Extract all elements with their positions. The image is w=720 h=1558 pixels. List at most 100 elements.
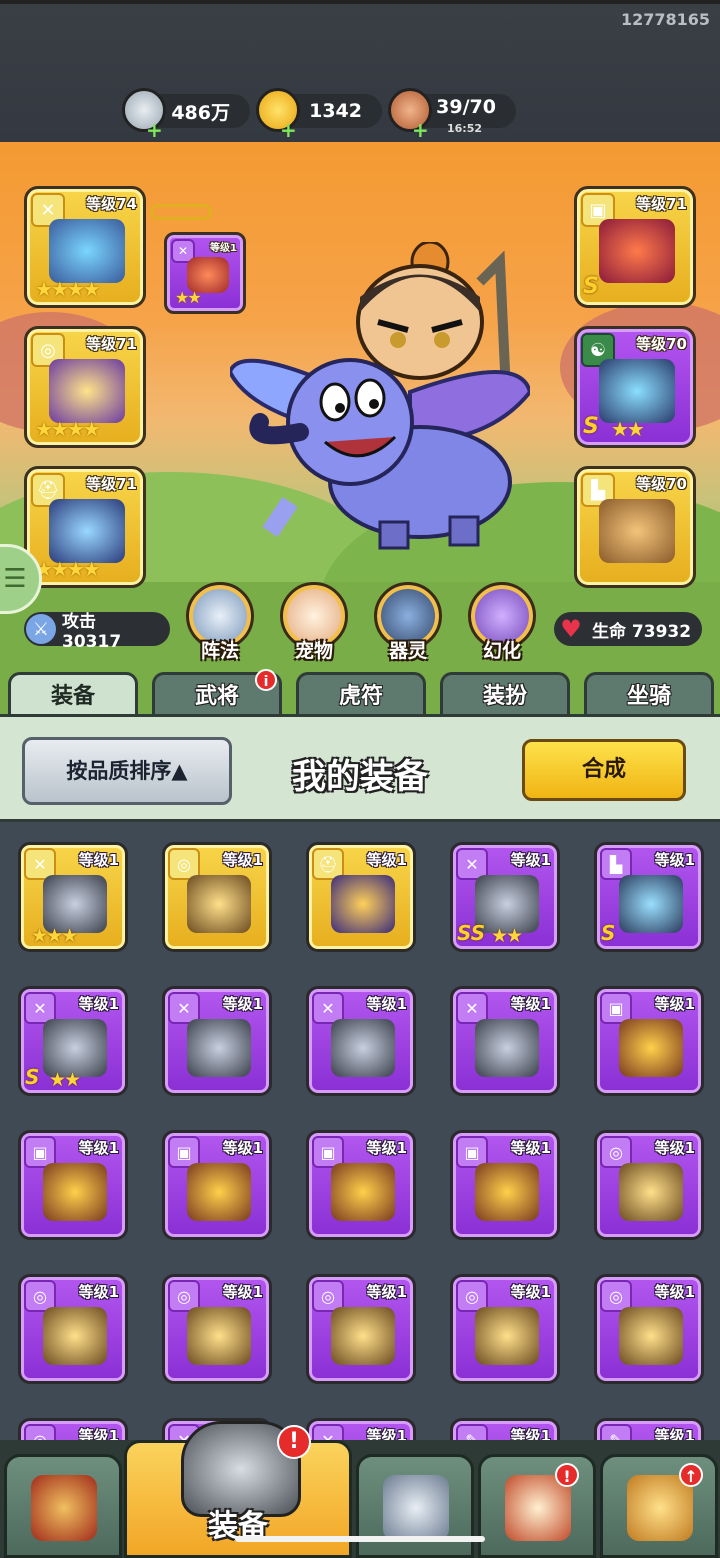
equipment-item[interactable]: ✕等级1 [162, 986, 272, 1096]
attack-value: 攻击 30317 [62, 611, 122, 652]
tab-label: 虎符 [338, 684, 383, 709]
pet-label: 宠物 [294, 640, 333, 662]
equip-slot-boots[interactable]: ▙ 等级70 [574, 466, 696, 588]
combine-button[interactable]: 合成 [522, 739, 686, 801]
game-screen: 12778165 + 486万 + 1342 + 39/70 16:52 ✕ 等… [0, 0, 720, 1558]
star-rating: ★★ [49, 1069, 81, 1091]
elephant-mount[interactable] [230, 332, 530, 552]
equipment-item[interactable]: ▣ 等级1 [306, 1130, 416, 1240]
tab-equipment[interactable]: 装备 [8, 672, 138, 720]
equipment-item[interactable]: ✕ 等级1 S ★★ [18, 986, 128, 1096]
gold-resource[interactable]: + 1342 [256, 88, 382, 140]
equip-slot-helmet[interactable]: ⛑ 等级71 ★★★★ [24, 466, 146, 588]
item-level: 等级1 [510, 995, 551, 1013]
sort-by-quality-button[interactable]: 按品质排序▲ [22, 737, 232, 805]
item-level: 等级1 [78, 1283, 119, 1301]
equipment-panel-header: 按品质排序▲ 我的装备 合成 [0, 714, 720, 822]
equipment-item[interactable]: ◎等级1 [18, 1274, 128, 1384]
tab-mount[interactable]: 坐骑 [584, 672, 714, 720]
item-level: 等级1 [222, 1283, 263, 1301]
item-level: 等级1 [78, 1139, 119, 1157]
grade-badge: SS [457, 921, 486, 945]
tab-label: 武将 [194, 684, 239, 709]
boots-art [599, 499, 675, 563]
equipment-item[interactable]: ◎等级1 [162, 1274, 272, 1384]
equipment-item[interactable]: ▣ 等级1 [450, 1130, 560, 1240]
heart-icon: ♥ [560, 615, 582, 643]
life-stat: ♥ 生命 73932 [554, 612, 702, 646]
tab-costume[interactable]: 装扮 [440, 672, 570, 720]
coins-resource[interactable]: + 486万 [122, 88, 250, 140]
equipment-item[interactable]: ◎等级1 [162, 842, 272, 952]
equip-slot-medal[interactable]: ◎ 等级71 ★★★★ [24, 326, 146, 448]
item-level: 等级1 [366, 995, 407, 1013]
slot-level: 等级71 [86, 335, 137, 353]
equipment-item[interactable]: ✕ 等级1 ★★★ [18, 842, 128, 952]
equipment-item[interactable]: ▙ 等级1 S [594, 842, 704, 952]
slot-level: 等级70 [636, 335, 687, 353]
panel-title: 我的装备 [292, 757, 428, 797]
formation-button[interactable]: 阵法 [182, 582, 258, 663]
item-level: 等级1 [510, 851, 551, 869]
alert-badge: ! [555, 1463, 579, 1487]
equip-slot-armor[interactable]: ▣ 等级71 S [574, 186, 696, 308]
equipment-item[interactable]: ▣ 等级1 [18, 1130, 128, 1240]
linked-equip-slot[interactable]: ✕ 等级1 ★★ [164, 232, 246, 314]
nav-city[interactable] [4, 1454, 122, 1558]
medal-art [49, 359, 125, 423]
stamina-timer: 16:52 [447, 122, 483, 135]
equipment-item[interactable]: ⛑ 等级1 [306, 842, 416, 952]
menu-icon: ☰ [3, 564, 27, 594]
equipment-item[interactable]: ✕等级1 [306, 986, 416, 1096]
equip-slot-talisman[interactable]: ☯ 等级70 S ★★ [574, 326, 696, 448]
equipment-item[interactable]: ▣ 等级1 [162, 1130, 272, 1240]
item-art [619, 1163, 683, 1221]
item-art [331, 1307, 395, 1365]
item-level: 等级1 [366, 851, 407, 869]
item-art [331, 1163, 395, 1221]
equipment-item[interactable]: ◎等级1 [306, 1274, 416, 1384]
equipment-item[interactable]: ▣ 等级1 [594, 986, 704, 1096]
spirit-button[interactable]: 器灵 [370, 582, 446, 663]
equipment-item[interactable]: ✕等级1 [450, 986, 560, 1096]
star-rating: ★★ [175, 288, 202, 307]
transform-button[interactable]: 幻化 [464, 582, 540, 663]
item-art [619, 1019, 683, 1077]
tab-tiger-tally[interactable]: 虎符 [296, 672, 426, 720]
tab-label: 装扮 [482, 684, 527, 709]
slot-level: 等级70 [636, 475, 687, 493]
equipment-item[interactable]: ◎等级1 [450, 1274, 560, 1384]
item-art [43, 1163, 107, 1221]
slot-level: 等级1 [210, 243, 237, 254]
equip-slot-weapon[interactable]: ✕ 等级74 ★★★★ [24, 186, 146, 308]
plus-icon[interactable]: + [280, 120, 297, 140]
item-art [619, 1307, 683, 1365]
star-rating: ★★ [491, 925, 523, 947]
item-art [475, 1019, 539, 1077]
item-level: 等级1 [78, 851, 119, 869]
item-level: 等级1 [654, 1139, 695, 1157]
equipment-item[interactable]: ◎等级1 [594, 1274, 704, 1384]
weapon-art [49, 219, 125, 283]
spirit-label: 器灵 [388, 640, 427, 662]
plus-icon[interactable]: + [412, 120, 429, 140]
equipment-item[interactable]: ✕ 等级1 SS ★★ [450, 842, 560, 952]
home-indicator [235, 1536, 485, 1542]
nav-upgrade[interactable]: ↑ [600, 1454, 718, 1558]
item-art [187, 1019, 251, 1077]
stamina-resource[interactable]: + 39/70 16:52 [388, 88, 516, 140]
user-id: 12778165 [620, 10, 710, 29]
nav-gacha[interactable]: ! [478, 1454, 596, 1558]
item-art [187, 1307, 251, 1365]
nav-battle[interactable] [356, 1454, 474, 1558]
equipment-item[interactable]: ◎等级1 [594, 1130, 704, 1240]
pet-button[interactable]: 宠物 [276, 582, 352, 663]
tab-generals[interactable]: 武将 i [152, 669, 282, 720]
plus-icon[interactable]: + [146, 120, 163, 140]
life-value: 生命 73932 [592, 621, 692, 642]
grade-badge: S [583, 274, 599, 299]
item-level: 等级1 [654, 1283, 695, 1301]
item-level: 等级1 [366, 1139, 407, 1157]
formation-label: 阵法 [200, 640, 239, 662]
talisman-art [599, 359, 675, 423]
